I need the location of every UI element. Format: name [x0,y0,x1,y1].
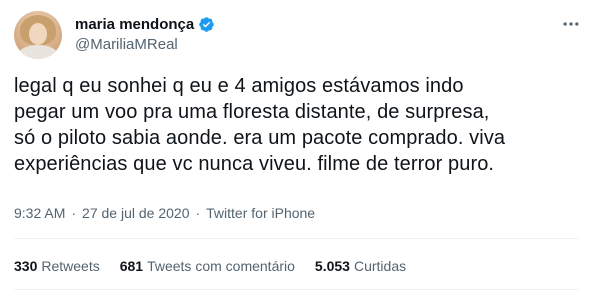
tweet-card: maria mendonça @MariliaMReal legal q eu … [0,0,593,293]
quotes-count: 681 [119,258,144,274]
tweet-source[interactable]: Twitter for iPhone [206,205,315,221]
divider [14,289,579,290]
retweets-stat[interactable]: 330 Retweets [14,258,100,274]
tweet-meta: 9:32 AM · 27 de jul de 2020 · Twitter fo… [14,205,315,221]
quotes-stat[interactable]: 681 Tweets com comentário [120,258,295,274]
author-name-row: maria mendonça [75,14,215,34]
divider [14,238,579,239]
likes-count: 5.053 [314,258,350,274]
more-options-icon[interactable] [560,13,582,35]
tweet-date[interactable]: 27 de jul de 2020 [82,205,189,221]
retweets-count: 330 [14,258,38,274]
author-display-name[interactable]: maria mendonça [75,16,194,33]
avatar[interactable] [14,11,62,59]
author-handle[interactable]: @MariliaMReal [75,36,178,53]
avatar-face [29,23,47,45]
tweet-stats: 330 Retweets 681 Tweets com comentário 5… [14,258,426,274]
likes-stat[interactable]: 5.053 Curtidas [315,258,406,274]
meta-separator: · [71,205,77,221]
meta-separator: · [195,205,201,221]
tweet-time[interactable]: 9:32 AM [14,205,65,221]
avatar-shirt [18,45,58,59]
retweets-label: Retweets [41,258,100,274]
quotes-label: Tweets com comentário [147,258,295,274]
tweet-text: legal q eu sonhei q eu e 4 amigos estáva… [14,75,506,175]
likes-label: Curtidas [353,258,407,274]
verified-badge-icon [198,16,215,33]
